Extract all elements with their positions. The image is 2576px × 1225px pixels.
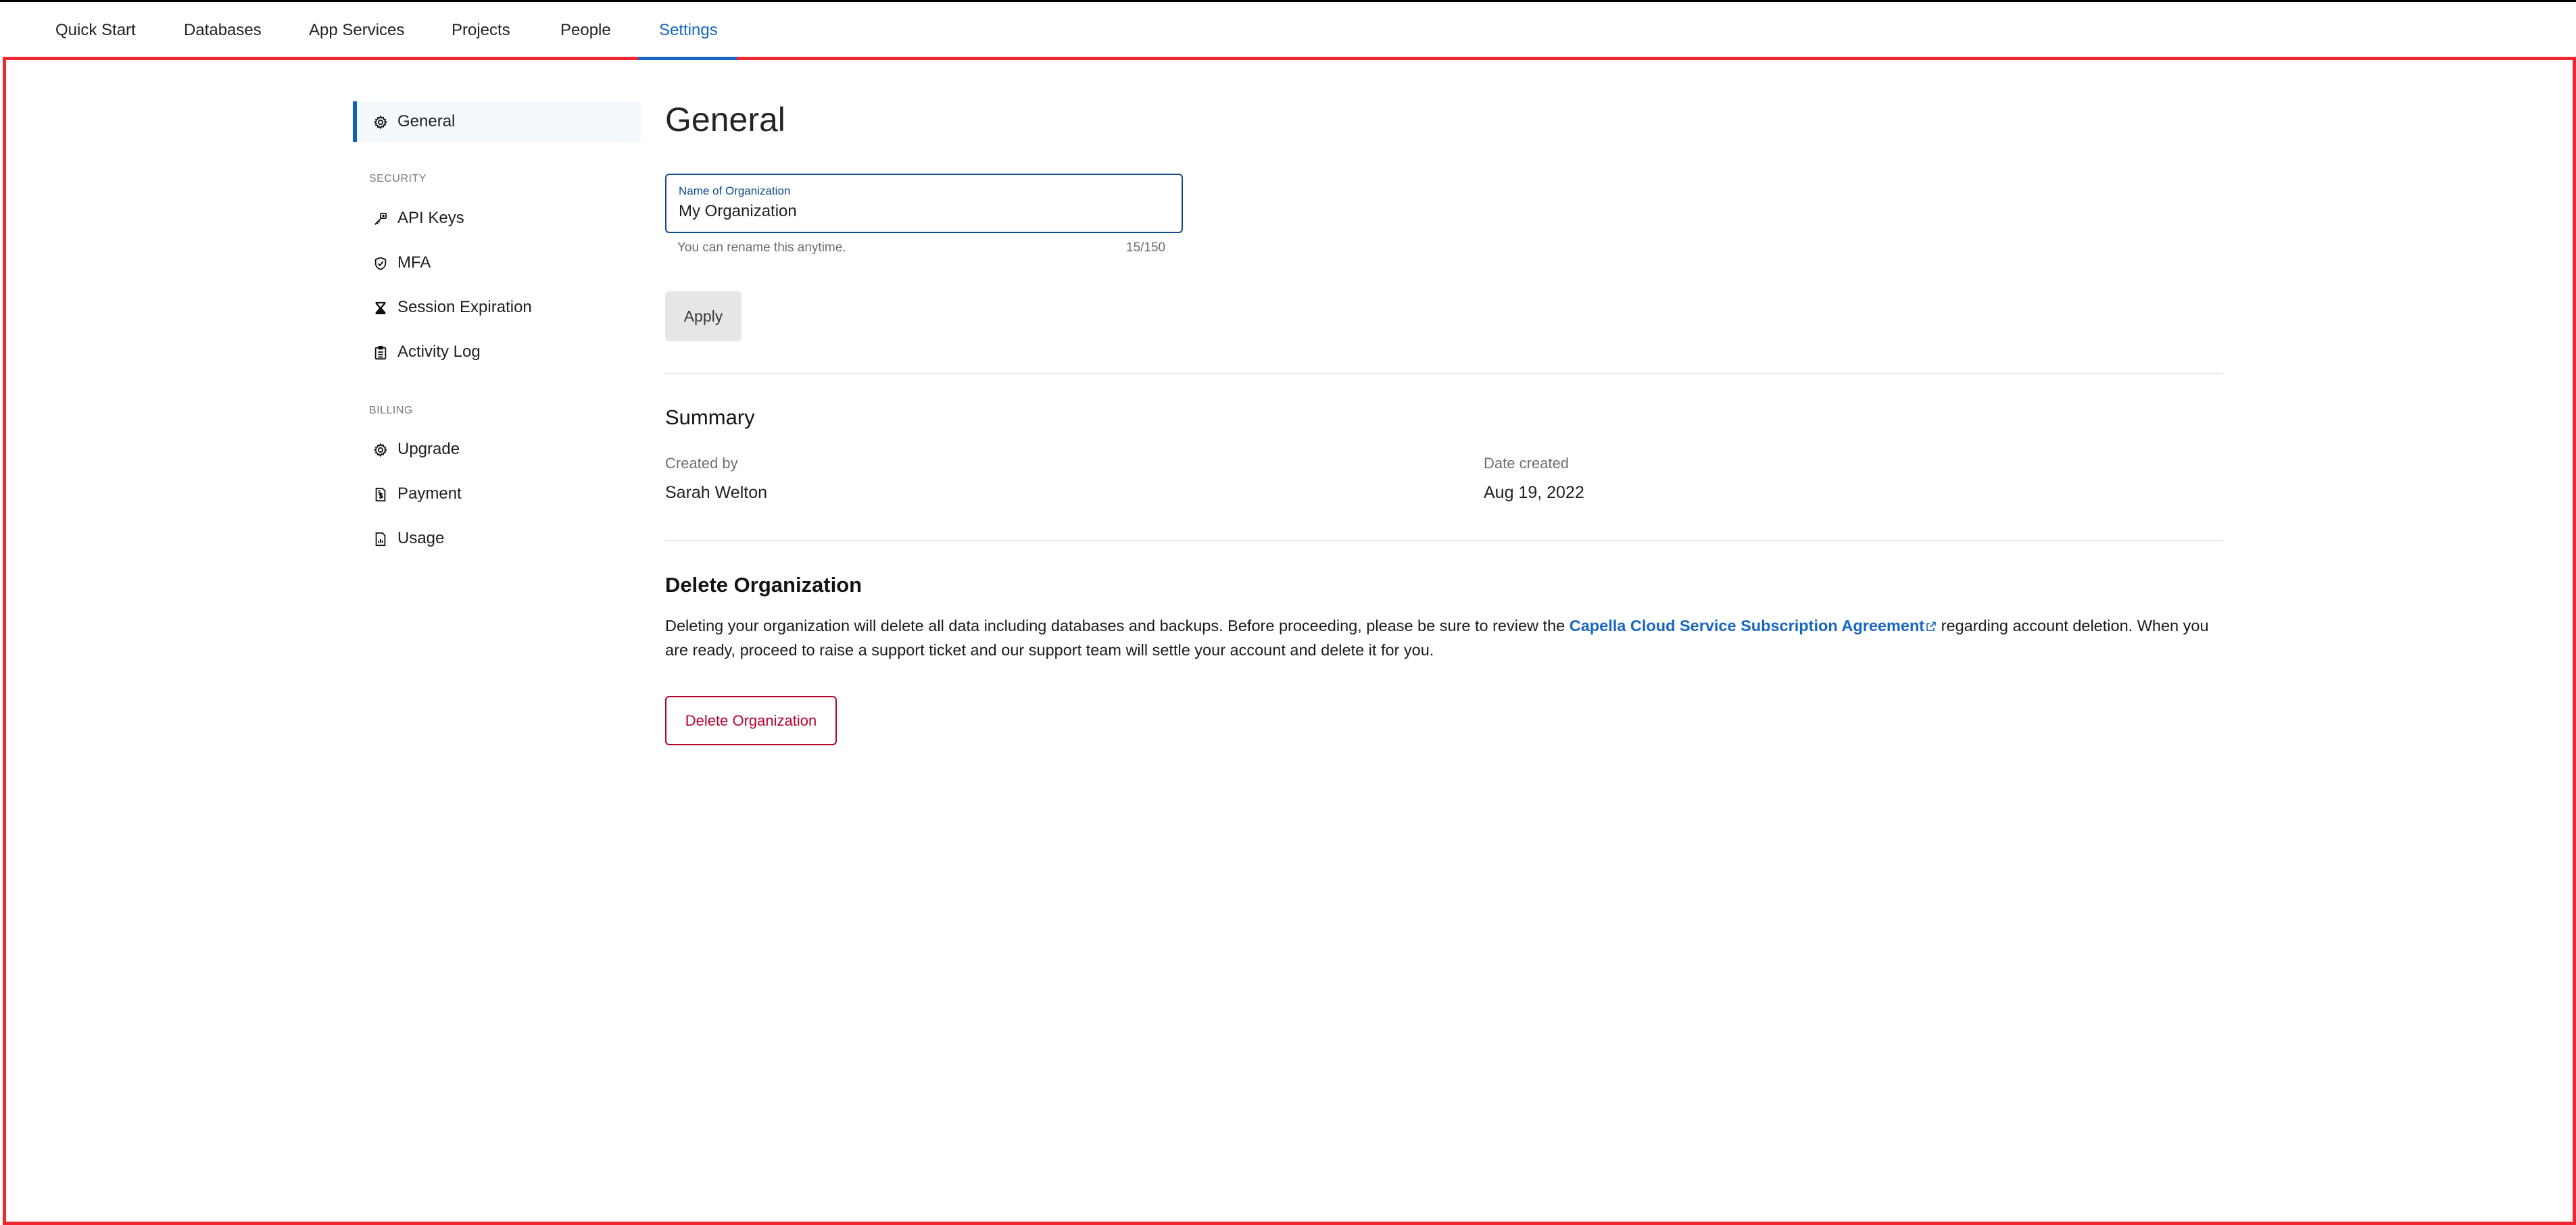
sidebar-item-label: Session Expiration bbox=[397, 298, 532, 316]
gear-icon bbox=[373, 115, 388, 130]
sidebar-section-billing: BILLING bbox=[369, 405, 413, 416]
key-icon bbox=[373, 211, 388, 226]
shield-check-icon bbox=[373, 256, 388, 271]
sidebar-section-security: SECURITY bbox=[369, 173, 427, 184]
date-created-label: Date created bbox=[1484, 455, 1569, 472]
delete-organization-description: Deleting your organization will delete a… bbox=[665, 614, 2222, 662]
page-title: General bbox=[665, 101, 785, 139]
delete-organization-button[interactable]: Delete Organization bbox=[665, 696, 837, 745]
external-link-icon bbox=[1926, 614, 1937, 631]
file-chart-icon bbox=[373, 532, 388, 547]
organization-name-input[interactable]: My Organization bbox=[679, 202, 797, 221]
sidebar-item-upgrade[interactable]: Upgrade bbox=[353, 429, 641, 470]
top-navigation: Quick Start Databases App Services Proje… bbox=[0, 2, 2576, 57]
section-divider bbox=[665, 373, 2222, 374]
hourglass-icon bbox=[373, 301, 388, 316]
clipboard-list-icon bbox=[373, 345, 388, 360]
sidebar-item-session-expiration[interactable]: Session Expiration bbox=[353, 287, 641, 328]
description-text: Deleting your organization will delete a… bbox=[665, 617, 1570, 634]
organization-name-helper: You can rename this anytime. bbox=[677, 241, 846, 255]
character-counter: 15/150 bbox=[1126, 241, 1166, 255]
organization-name-field[interactable]: Name of Organization My Organization bbox=[665, 174, 1183, 233]
sidebar-item-activity-log[interactable]: Activity Log bbox=[353, 332, 641, 372]
created-by-value: Sarah Welton bbox=[665, 483, 768, 502]
nav-people[interactable]: People bbox=[560, 21, 611, 40]
nav-app-services[interactable]: App Services bbox=[309, 21, 404, 40]
organization-name-label: Name of Organization bbox=[679, 184, 791, 197]
created-by-label: Created by bbox=[665, 455, 738, 472]
section-divider bbox=[665, 540, 2222, 541]
nav-settings[interactable]: Settings bbox=[659, 21, 718, 40]
sidebar-item-api-keys[interactable]: API Keys bbox=[353, 198, 641, 239]
sidebar-item-label: MFA bbox=[397, 253, 431, 272]
sidebar-item-label: Activity Log bbox=[397, 343, 481, 361]
date-created-value: Aug 19, 2022 bbox=[1484, 483, 1584, 502]
sidebar-item-label: Upgrade bbox=[397, 440, 460, 458]
subscription-agreement-link[interactable]: Capella Cloud Service Subscription Agree… bbox=[1570, 617, 1937, 634]
nav-databases[interactable]: Databases bbox=[184, 21, 262, 40]
active-tab-indicator bbox=[638, 57, 737, 60]
sidebar-item-general[interactable]: General bbox=[353, 101, 641, 142]
apply-button[interactable]: Apply bbox=[665, 291, 742, 341]
sidebar-item-usage[interactable]: Usage bbox=[353, 518, 641, 559]
sidebar-item-label: Usage bbox=[397, 529, 445, 547]
sidebar-item-label: General bbox=[397, 112, 456, 130]
invoice-dollar-icon bbox=[373, 487, 388, 502]
sidebar-item-label: Payment bbox=[397, 484, 462, 503]
nav-projects[interactable]: Projects bbox=[452, 21, 510, 40]
sidebar-item-label: API Keys bbox=[397, 209, 464, 227]
gear-icon bbox=[373, 443, 388, 457]
link-text: Capella Cloud Service Subscription Agree… bbox=[1569, 617, 1925, 634]
sidebar-item-payment[interactable]: Payment bbox=[353, 474, 641, 514]
sidebar-item-mfa[interactable]: MFA bbox=[353, 243, 641, 283]
delete-organization-heading: Delete Organization bbox=[665, 573, 862, 597]
nav-quick-start[interactable]: Quick Start bbox=[55, 21, 136, 40]
summary-heading: Summary bbox=[665, 405, 755, 429]
